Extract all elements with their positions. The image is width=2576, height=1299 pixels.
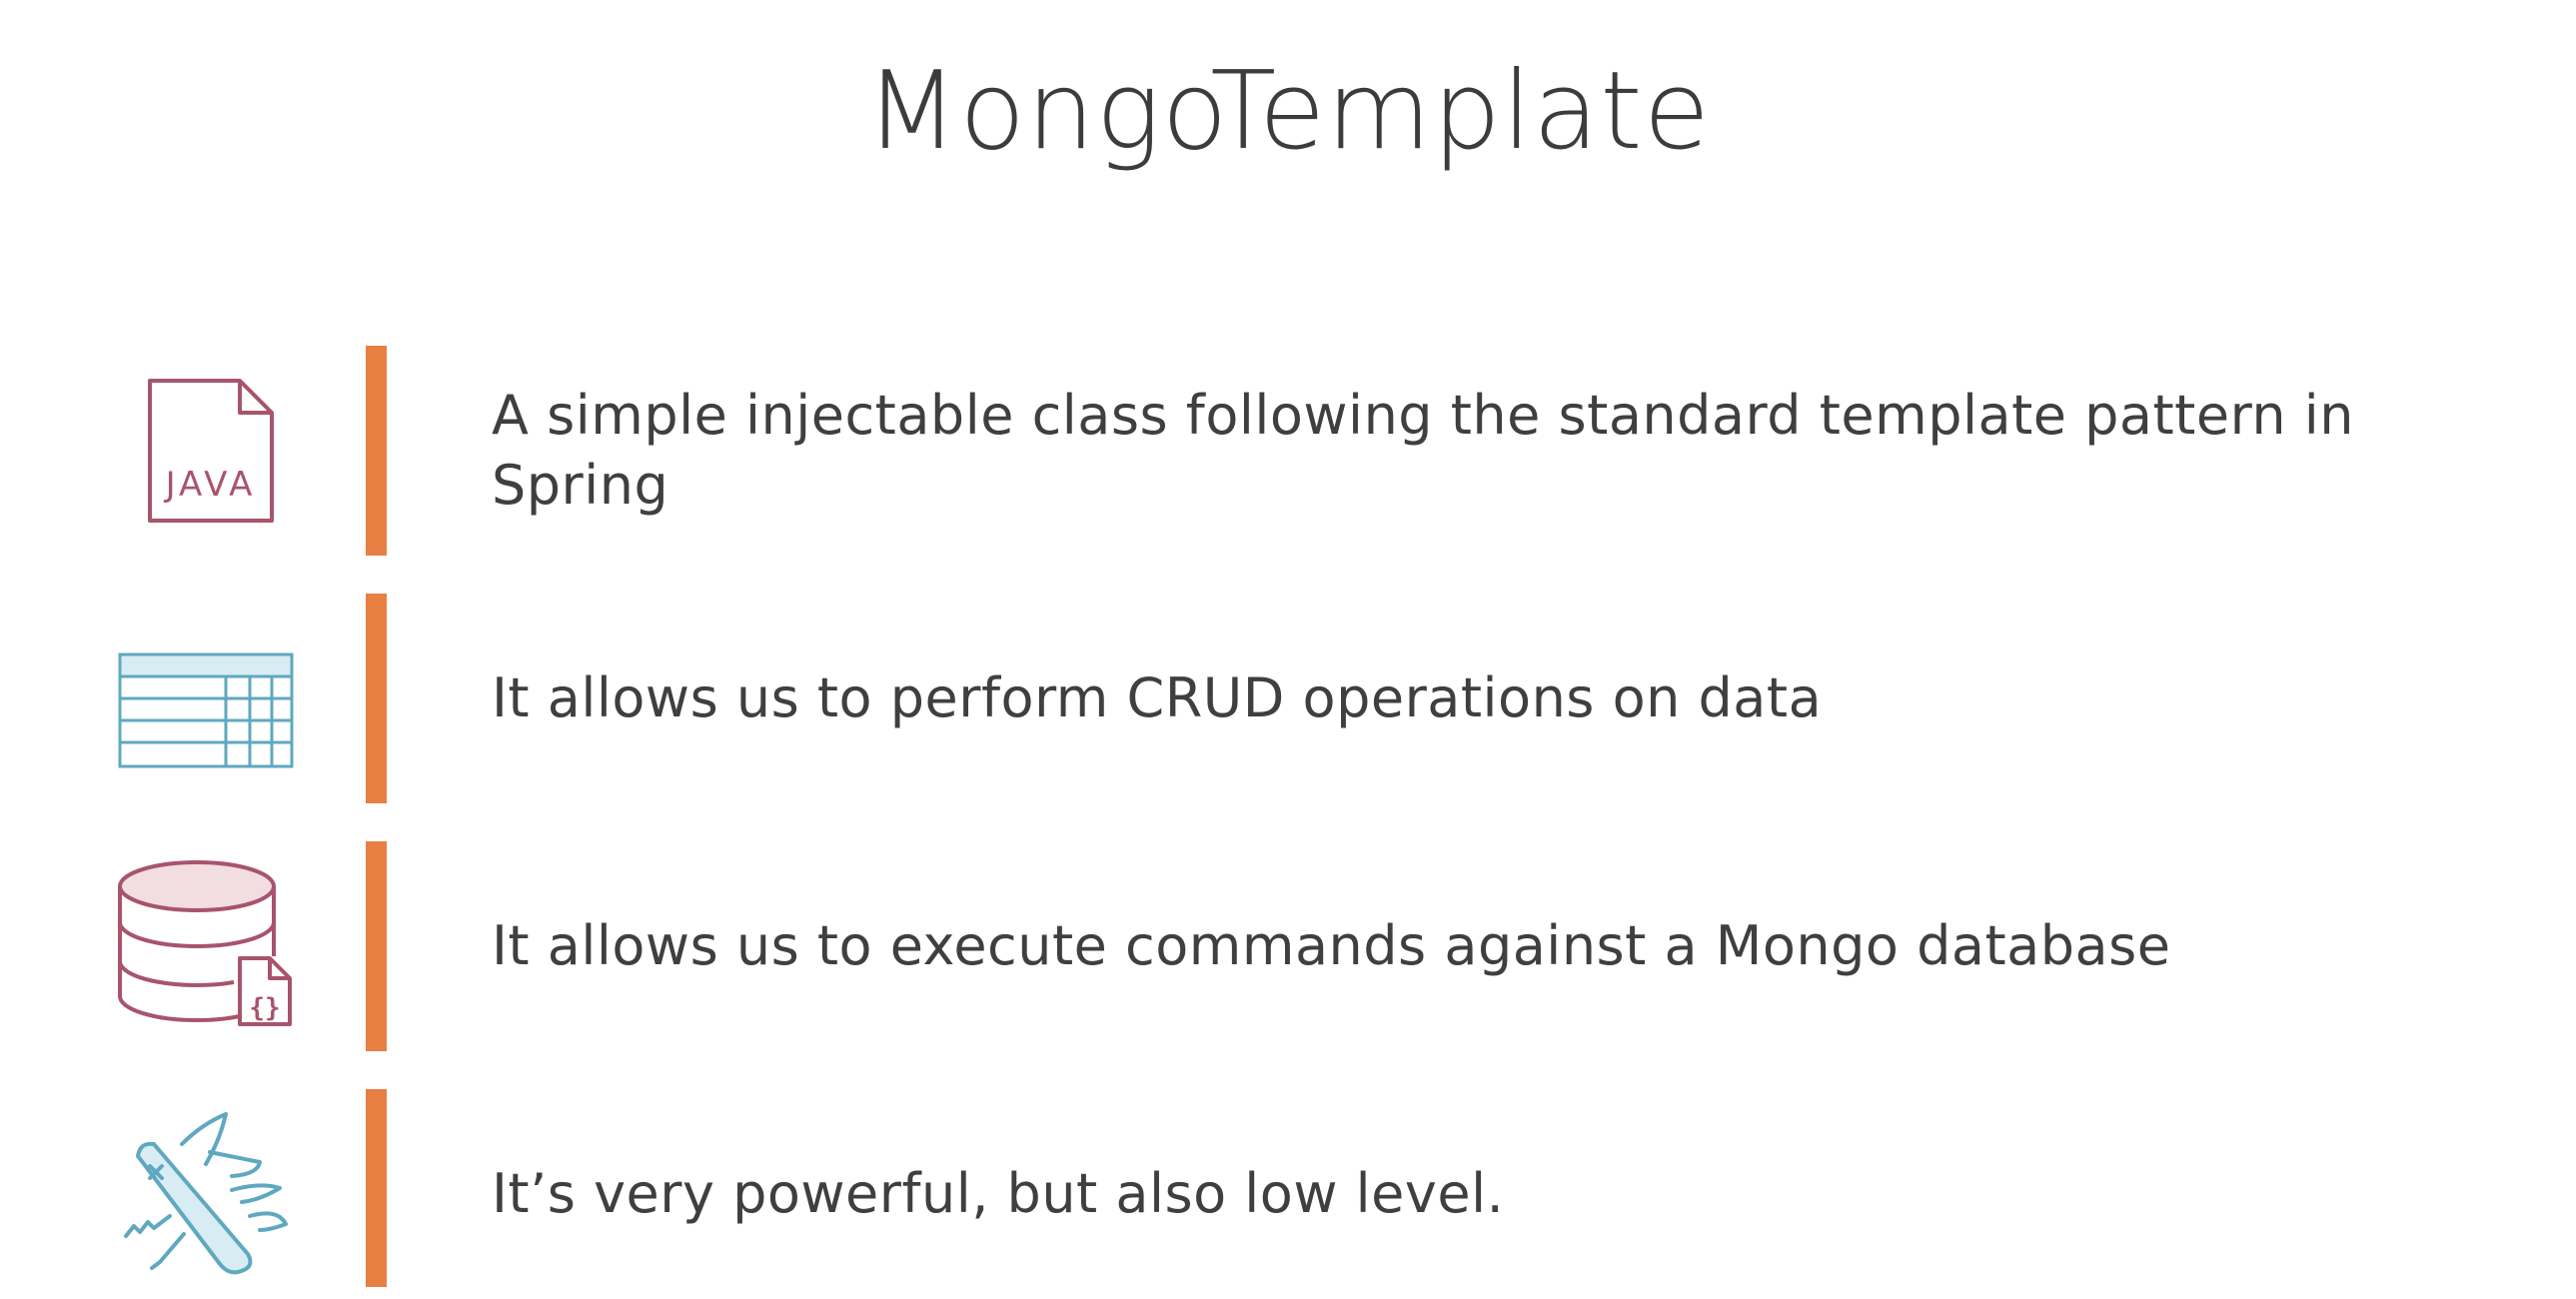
bullet-text: It’s very powerful, but also low level. [492,1162,1505,1225]
swiss-army-knife-icon [110,1104,310,1284]
bullet-item: {} It allows us to execute commands agai… [0,841,2576,1051]
bullet-item: It’s very powerful, but also low level. [0,1089,2576,1287]
database-document-icon: {} [110,856,310,1036]
java-file-icon: JAVA [110,361,310,541]
slide-title: MongoTemplate [864,49,1712,174]
bullet-text: A simple injectable class following the … [492,384,2354,517]
accent-bar [366,346,387,556]
bullet-item: JAVA A simple injectable class following… [0,346,2576,556]
bullet-text: It allows us to execute commands against… [492,914,2171,977]
accent-bar [366,841,387,1051]
document-braces-label: {} [249,993,280,1023]
bullet-text: It allows us to perform CRUD operations … [492,666,1823,729]
slide: MongoTemplate JAVA A simple injectable c… [0,0,2576,1287]
java-label: JAVA [164,465,257,505]
bullet-item: It allows us to perform CRUD operations … [0,594,2576,803]
accent-bar [366,1089,387,1287]
table-icon [110,609,310,788]
accent-bar [366,594,387,803]
